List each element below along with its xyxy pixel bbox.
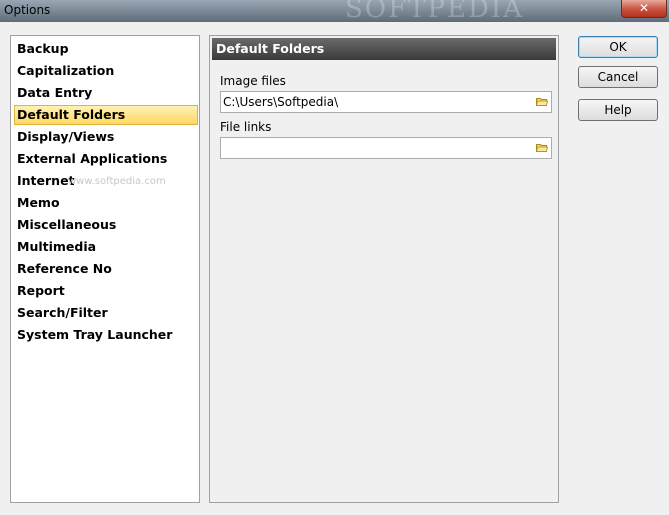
list-watermark: www.softpedia.com [68, 176, 166, 187]
category-list[interactable]: Backup Capitalization Data Entry Default… [10, 35, 200, 503]
default-folders-panel: Default Folders Image files File links [209, 35, 559, 503]
category-item-report[interactable]: Report [14, 281, 198, 301]
image-files-label: Image files [220, 74, 286, 88]
category-item-miscellaneous[interactable]: Miscellaneous [14, 215, 198, 235]
ok-button[interactable]: OK [578, 36, 658, 58]
category-item-external-applications[interactable]: External Applications [14, 149, 198, 169]
category-item-memo[interactable]: Memo [14, 193, 198, 213]
help-button[interactable]: Help [578, 99, 658, 121]
panel-header: Default Folders [212, 38, 556, 60]
file-links-label: File links [220, 120, 272, 134]
folder-icon[interactable] [536, 96, 548, 107]
category-item-multimedia[interactable]: Multimedia [14, 237, 198, 257]
window-title: Options [4, 3, 51, 17]
file-links-input[interactable] [221, 138, 523, 158]
category-item-search-filter[interactable]: Search/Filter [14, 303, 198, 323]
close-icon: ✕ [638, 1, 650, 15]
category-item-capitalization[interactable]: Capitalization [14, 61, 198, 81]
file-links-field[interactable] [220, 137, 552, 159]
category-item-default-folders[interactable]: Default Folders [14, 105, 198, 125]
title-bar[interactable]: Options SOFTPEDIA ✕ [0, 0, 669, 22]
close-button[interactable]: ✕ [621, 0, 667, 18]
category-item-data-entry[interactable]: Data Entry [14, 83, 198, 103]
cancel-button[interactable]: Cancel [578, 66, 658, 88]
title-watermark: SOFTPEDIA [345, 0, 524, 22]
category-item-system-tray-launcher[interactable]: System Tray Launcher [14, 325, 198, 345]
options-dialog: Options SOFTPEDIA ✕ Backup Capitalizatio… [0, 0, 669, 515]
category-item-backup[interactable]: Backup [14, 39, 198, 59]
image-files-field[interactable] [220, 91, 552, 113]
image-files-input[interactable] [221, 92, 523, 112]
category-item-reference-no[interactable]: Reference No [14, 259, 198, 279]
category-item-display-views[interactable]: Display/Views [14, 127, 198, 147]
folder-icon[interactable] [536, 142, 548, 153]
